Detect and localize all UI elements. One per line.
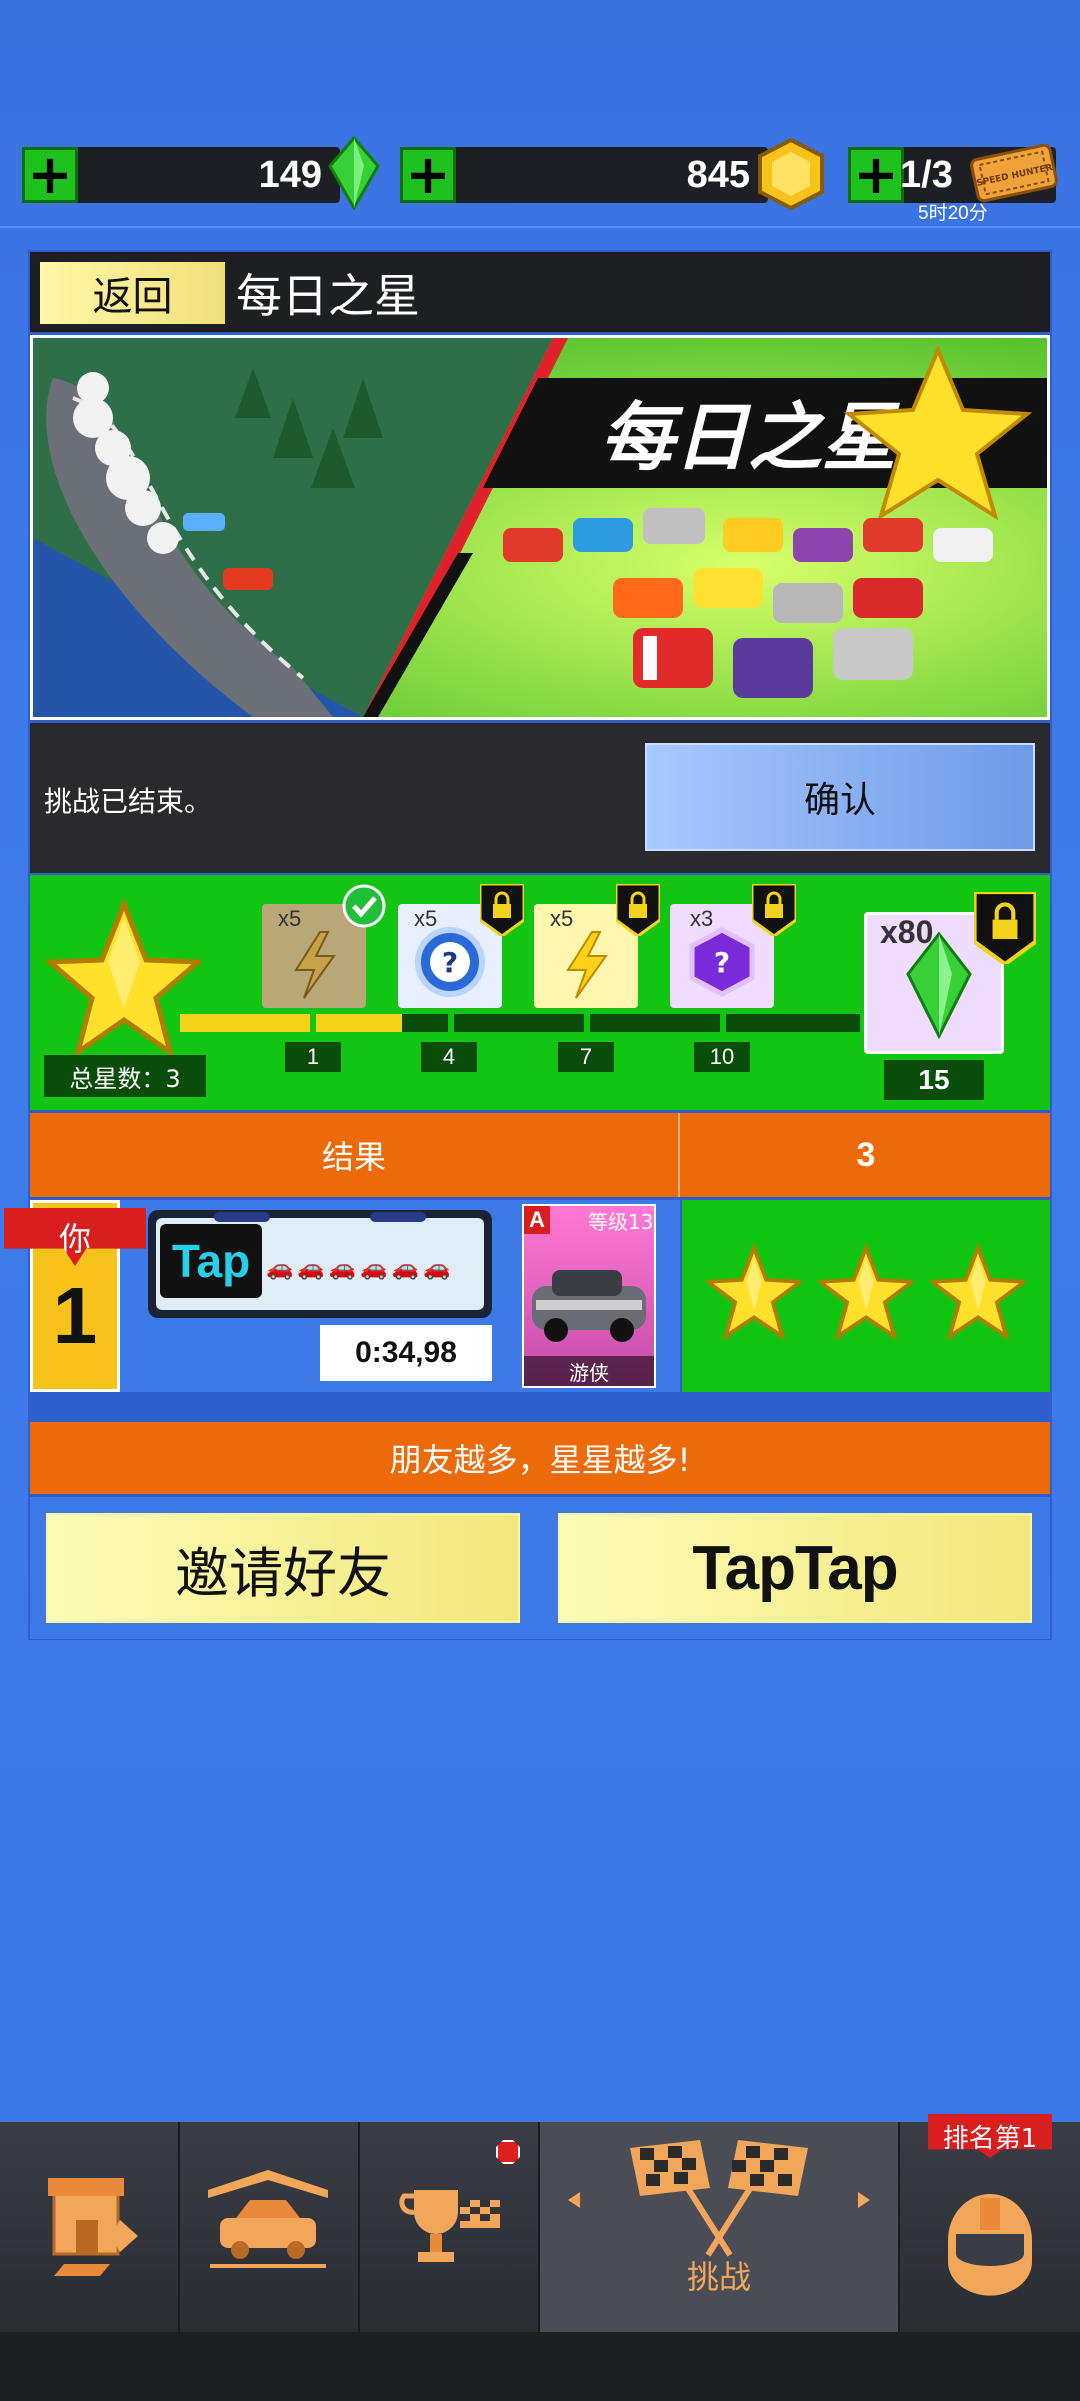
invite-friends-button[interactable]: 邀请好友: [46, 1513, 520, 1623]
gold-coin-icon: [758, 137, 824, 211]
tier-star-requirement: 1: [285, 1042, 341, 1072]
green-gem-icon: [328, 136, 380, 210]
nav-challenge-label: 挑战: [686, 2258, 751, 2296]
nav-separator: [898, 2122, 900, 2332]
results-header: 结果 3: [30, 1113, 1050, 1197]
nav-profile[interactable]: [920, 2160, 1060, 2300]
claimed-check-icon: [342, 884, 386, 928]
speed-hunter-ticket-icon: SPEED HUNTER: [970, 143, 1058, 203]
challenge-ended-message: 挑战已结束。: [44, 785, 213, 818]
reward-progress-fill: [180, 1014, 402, 1032]
lock-icon: [974, 892, 1036, 964]
top-divider: [0, 226, 1080, 228]
gems-value: 149: [258, 153, 322, 196]
mystery-purple-icon: ?: [689, 927, 755, 997]
rank-number: 1: [52, 1271, 98, 1360]
tier-star-requirement: 4: [421, 1042, 477, 1072]
event-banner: 每日之星: [30, 335, 1050, 720]
plate-cars: 🚗🚗🚗🚗🚗🚗: [266, 1256, 455, 1281]
car-level: 等级13: [588, 1210, 654, 1234]
earned-star-icon: [931, 1242, 1025, 1341]
lock-icon: [480, 884, 524, 936]
car-image: [532, 1270, 646, 1342]
nav-garage[interactable]: [198, 2140, 338, 2290]
car-garage-icon: [208, 2170, 328, 2268]
back-button[interactable]: 返回: [40, 262, 225, 324]
car-grade-badge: A: [524, 1206, 550, 1234]
results-value: 3: [856, 1135, 876, 1174]
shop-icon: [48, 2178, 138, 2276]
tickets-value: 1/3: [900, 153, 953, 196]
lock-icon: [752, 884, 796, 936]
tier-multiplier: x5: [550, 906, 574, 931]
page-title: 每日之星: [236, 269, 420, 323]
bottom-strip: [0, 2332, 1080, 2401]
earned-star-icon: [707, 1242, 801, 1341]
license-plate: Tap 🚗🚗🚗🚗🚗🚗: [148, 1210, 492, 1318]
tier-star-requirement: 15: [884, 1060, 984, 1100]
nav-shop[interactable]: [20, 2140, 160, 2290]
svg-text:?: ?: [714, 946, 730, 979]
car-name: 游侠: [524, 1356, 654, 1386]
total-stars-counter: 总星数：3: [44, 1055, 206, 1097]
plate-logo: Tap: [160, 1224, 262, 1298]
checkered-flags-icon: [568, 2140, 870, 2257]
progress-divider: [720, 1014, 726, 1032]
add-coins-button[interactable]: +: [400, 147, 456, 203]
nav-challenge[interactable]: [560, 2130, 878, 2260]
friends-banner: 朋友越多，星星越多!: [30, 1422, 1050, 1494]
progress-divider: [310, 1014, 316, 1032]
tier-multiplier: x5: [278, 906, 302, 931]
earned-star-icon: [819, 1242, 913, 1341]
nav-separator: [358, 2122, 360, 2332]
green-gem-icon: [906, 931, 972, 1040]
add-tickets-button[interactable]: +: [848, 147, 904, 203]
progress-divider: [584, 1014, 590, 1032]
banner-illustration: 每日之星: [33, 338, 1047, 717]
confirm-button[interactable]: 确认: [645, 743, 1035, 851]
progress-divider: [448, 1014, 454, 1032]
coins-value: 845: [686, 153, 750, 196]
race-time: 0:34,98: [320, 1325, 492, 1381]
nav-separator: [538, 2122, 540, 2332]
lightning-bolt-icon: [566, 931, 608, 999]
notification-dot: [496, 2140, 520, 2164]
helmet-icon: [948, 2194, 1032, 2296]
nav-events[interactable]: [378, 2140, 520, 2290]
lock-icon: [616, 884, 660, 936]
tier-star-requirement: 10: [694, 1042, 750, 1072]
mystery-blue-icon: ?: [415, 927, 485, 997]
taptap-button[interactable]: TapTap: [558, 1513, 1032, 1623]
results-label: 结果: [30, 1113, 680, 1197]
tier-star-requirement: 7: [558, 1042, 614, 1072]
trophy-flag-icon: [399, 2190, 500, 2262]
total-star-icon: [46, 898, 202, 1058]
lightning-bolt-icon: [294, 931, 336, 999]
nav-separator: [178, 2122, 180, 2332]
banner-title: 每日之星: [600, 395, 901, 481]
svg-text:?: ?: [442, 946, 458, 979]
add-gems-button[interactable]: +: [22, 147, 78, 203]
